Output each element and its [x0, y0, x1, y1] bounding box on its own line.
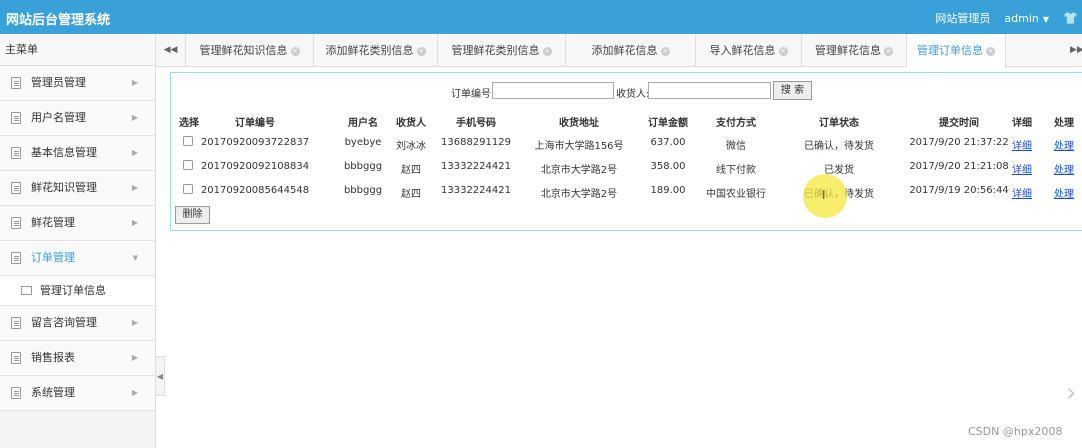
- process-link[interactable]: 处理: [994, 185, 1082, 200]
- sidebar-collapse-handle[interactable]: ◀: [156, 356, 165, 396]
- chevron-right-icon: ▶: [131, 183, 138, 192]
- tab[interactable]: 管理鲜花知识信息 ×: [186, 34, 314, 67]
- chevron-right-icon: ▶: [131, 148, 138, 157]
- sidebar-title: 主菜单: [0, 34, 155, 66]
- close-icon[interactable]: ×: [884, 46, 893, 56]
- document-icon: [11, 77, 21, 89]
- search-bar: 订单编号: 收货人: 搜 索: [171, 81, 1082, 101]
- process-link[interactable]: 处理: [994, 137, 1082, 152]
- cell-status: 已确认，待发货: [804, 141, 874, 152]
- tab[interactable]: 管理鲜花类别信息 ×: [438, 34, 566, 67]
- close-icon[interactable]: ×: [542, 46, 552, 56]
- tab[interactable]: 添加鲜花信息 ×: [566, 34, 696, 67]
- tabs-prev-icon[interactable]: ◀◀: [156, 34, 186, 67]
- document-icon: [11, 387, 21, 399]
- tab[interactable]: 导入鲜花信息 ×: [696, 34, 802, 67]
- user-name: admin: [1004, 11, 1039, 25]
- top-bar: 网站后台管理系统 网站管理员 admin ▼ 👕: [0, 0, 1082, 34]
- sidebar-item-label: 系统管理: [31, 386, 75, 399]
- column-header: 订单状态: [819, 118, 859, 129]
- sidebar-item[interactable]: 基本信息管理 ▶: [0, 136, 155, 171]
- column-header: 订单编号: [235, 118, 275, 129]
- sidebar-item-label: 鲜花知识管理: [31, 181, 97, 194]
- column-header: 收货地址: [559, 118, 599, 129]
- document-icon: [11, 252, 21, 264]
- sidebar-item[interactable]: 销售报表 ▶: [0, 341, 155, 376]
- tab-label: 添加鲜花信息: [591, 44, 658, 57]
- document-icon: [11, 317, 21, 329]
- column-header: 支付方式: [716, 118, 756, 129]
- order-panel: 订单编号: 收货人: 搜 索 选择 订单编号 用户名 收货人 手机号码 收货地址 订单金额支…: [170, 72, 1082, 231]
- column-header: 处理: [1054, 118, 1074, 129]
- tabs-next-icon[interactable]: ▶▶: [1070, 34, 1082, 67]
- document-icon: [11, 112, 21, 124]
- chevron-right-icon: ▶: [131, 318, 138, 327]
- chevron-right-icon[interactable]: ›: [1066, 378, 1076, 408]
- user-menu[interactable]: admin ▼: [1004, 12, 1049, 25]
- sidebar-item[interactable]: 留言咨询管理 ▶: [0, 306, 155, 341]
- chevron-right-icon: ▶: [131, 218, 138, 227]
- sidebar-item-label: 订单管理: [31, 251, 75, 264]
- chevron-right-icon: ▶: [131, 78, 138, 87]
- tab-label: 管理鲜花信息: [815, 44, 881, 57]
- sidebar-item[interactable]: 系统管理 ▶: [0, 376, 155, 411]
- folder-icon: [21, 286, 32, 295]
- tab[interactable]: 管理订单信息 ×: [907, 34, 1006, 68]
- sidebar-subitem[interactable]: 管理订单信息: [0, 276, 155, 306]
- sidebar-item[interactable]: 管理员管理 ▶: [0, 66, 155, 101]
- sidebar-item-label: 留言咨询管理: [31, 316, 97, 329]
- process-link[interactable]: 处理: [994, 161, 1082, 176]
- receiver-label: 收货人:: [616, 89, 650, 100]
- caret-down-icon: ▼: [1042, 14, 1050, 24]
- close-icon[interactable]: ×: [416, 46, 426, 56]
- tab-label: 管理鲜花类别信息: [451, 44, 540, 57]
- tab-label: 添加鲜花类别信息: [325, 44, 414, 57]
- order-no-label: 订单编号:: [451, 89, 495, 100]
- chevron-right-icon: ▶: [131, 388, 138, 397]
- close-icon[interactable]: ×: [660, 46, 670, 56]
- search-button[interactable]: 搜 索: [773, 81, 812, 100]
- sidebar-item[interactable]: 订单管理 ▼: [0, 241, 155, 276]
- receiver-input[interactable]: [648, 82, 771, 99]
- tab-bar: ◀◀ 管理鲜花知识信息 × 添加鲜花类别信息 × 管理鲜花类别信息 × 添加鲜花信息 × 导入鲜…: [156, 34, 1082, 68]
- shirt-icon[interactable]: 👕: [1063, 11, 1078, 25]
- sidebar-item-label: 用户名管理: [31, 111, 86, 124]
- close-icon[interactable]: ×: [986, 46, 995, 56]
- document-icon: [11, 352, 21, 364]
- column-header: 手机号码: [456, 118, 496, 129]
- cell-status: 已发货: [824, 165, 854, 176]
- sidebar-item[interactable]: 鲜花管理 ▶: [0, 206, 155, 241]
- document-icon: [11, 182, 21, 194]
- document-icon: [11, 217, 21, 229]
- tab-label: 管理鲜花知识信息: [199, 44, 288, 57]
- document-icon: [11, 147, 21, 159]
- sidebar-item-label: 基本信息管理: [31, 146, 97, 159]
- text-cursor-icon: I: [822, 188, 826, 202]
- tab[interactable]: 管理鲜花信息 ×: [802, 34, 907, 67]
- tab-label: 导入鲜花信息: [709, 44, 776, 57]
- sidebar-item-label: 管理员管理: [31, 76, 86, 89]
- role-label: 网站管理员: [935, 12, 991, 25]
- sidebar-item-label: 销售报表: [31, 351, 75, 364]
- sidebar: 主菜单 管理员管理 ▶ 用户名管理 ▶ 基本信息管理 ▶ 鲜花知识管理 ▶ 鲜花管理 ▶ 订单管理 ▼…: [0, 34, 156, 448]
- sidebar-item[interactable]: 用户名管理 ▶: [0, 101, 155, 136]
- sidebar-item-label: 鲜花管理: [31, 216, 75, 229]
- close-icon[interactable]: ×: [778, 46, 788, 56]
- close-icon[interactable]: ×: [290, 46, 300, 56]
- watermark: CSDN @hpx2008: [968, 425, 1063, 438]
- tab-label: 管理订单信息: [917, 44, 983, 57]
- sidebar-subitem-label: 管理订单信息: [40, 284, 106, 297]
- chevron-right-icon: ▶: [131, 113, 138, 122]
- chevron-right-icon: ▶: [131, 353, 138, 362]
- sidebar-item[interactable]: 鲜花知识管理 ▶: [0, 171, 155, 206]
- tab[interactable]: 添加鲜花类别信息 ×: [314, 34, 438, 67]
- app-title: 网站后台管理系统: [6, 13, 111, 28]
- delete-button[interactable]: 删除: [175, 206, 210, 224]
- order-no-input[interactable]: [492, 82, 614, 99]
- chevron-down-icon: ▼: [132, 254, 138, 262]
